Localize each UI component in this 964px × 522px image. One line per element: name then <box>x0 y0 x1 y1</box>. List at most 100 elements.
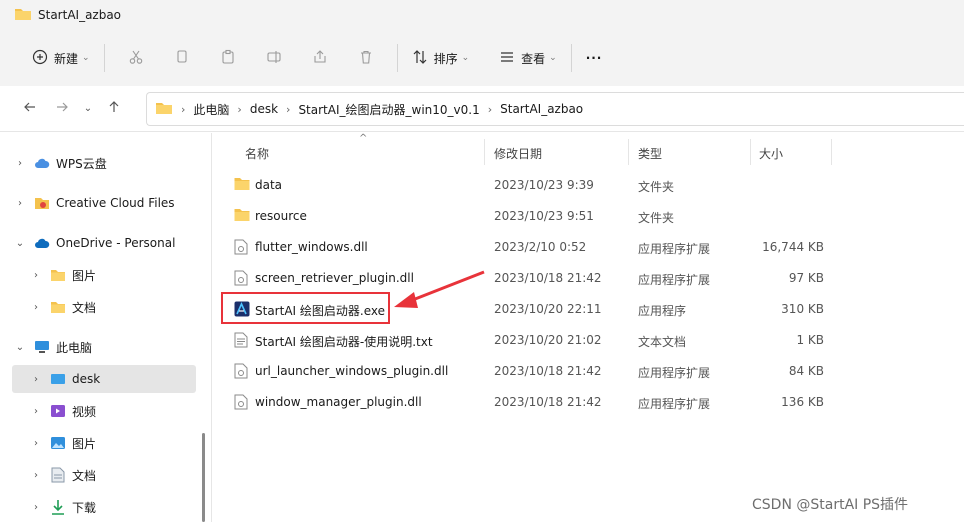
file-date: 2023/10/23 9:51 <box>494 209 594 223</box>
sort-label: 排序 <box>433 51 458 66</box>
file-type: 文件夹 <box>638 211 675 225</box>
share-button[interactable] <box>297 43 343 73</box>
chevron-down-icon[interactable]: ⌄ <box>12 342 28 353</box>
file-row-startai-readme[interactable]: StartAI 绘图启动器-使用说明.txt 2023/10/20 21:02 … <box>213 325 964 355</box>
scissors-icon <box>128 49 144 68</box>
delete-button[interactable] <box>343 43 389 73</box>
watermark: CSDN @StartAI PS插件 <box>752 497 909 513</box>
column-divider[interactable] <box>484 139 485 165</box>
column-divider[interactable] <box>750 139 751 165</box>
video-icon <box>50 403 66 419</box>
sort-ascending-icon: ^ <box>359 133 368 144</box>
chevron-right-icon[interactable]: › <box>28 374 44 385</box>
new-button[interactable]: 新建 ⌄ <box>26 43 96 73</box>
sidebar-item-label: 文档 <box>72 468 97 483</box>
sort-button[interactable]: 排序 ⌄ <box>406 43 476 73</box>
title-bar: StartAI_azbao <box>0 0 964 30</box>
chevron-right-icon[interactable]: › <box>28 302 44 313</box>
file-row-data[interactable]: data 2023/10/23 9:39 文件夹 <box>213 170 964 200</box>
more-options-button[interactable]: ··· <box>580 43 609 73</box>
column-header-type[interactable]: 类型 <box>638 145 662 162</box>
arrow-left-icon <box>23 100 37 117</box>
navigation-pane: › WPS云盘 › Creative Cloud Files ⌄ OneDriv… <box>0 133 212 522</box>
paste-button[interactable] <box>205 43 251 73</box>
file-row-screen-retriever[interactable]: screen_retriever_plugin.dll 2023/10/18 2… <box>213 263 964 293</box>
column-divider[interactable] <box>628 139 629 165</box>
breadcrumb-desk[interactable]: desk <box>250 102 278 116</box>
sidebar-item-onedrive-pictures[interactable]: › 图片 <box>28 261 196 289</box>
window-title: StartAI_azbao <box>38 8 122 22</box>
chevron-down-icon: ⌄ <box>83 103 93 114</box>
sidebar-item-label: 图片 <box>72 268 97 283</box>
folder-icon <box>14 7 32 24</box>
sidebar-item-onedrive[interactable]: ⌄ OneDrive - Personal <box>12 229 196 257</box>
sidebar-item-downloads[interactable]: › 下载 <box>28 493 196 521</box>
sidebar-item-label: Creative Cloud Files <box>56 196 175 210</box>
sidebar-item-videos[interactable]: › 视频 <box>28 397 196 425</box>
file-size: 310 KB <box>781 302 824 316</box>
arrow-right-icon <box>55 100 69 117</box>
sidebar-item-label: 下载 <box>72 500 97 515</box>
text-file-icon <box>234 332 250 348</box>
sidebar-item-wps-cloud[interactable]: › WPS云盘 <box>12 149 196 177</box>
chevron-right-icon[interactable]: › <box>28 470 44 481</box>
file-size: 84 KB <box>788 364 824 378</box>
command-bar: 新建 ⌄ 排序 ⌄ 查看 ⌄ ··· <box>0 30 964 86</box>
sidebar-scrollbar[interactable] <box>202 433 205 522</box>
file-row-flutter-windows[interactable]: flutter_windows.dll 2023/2/10 0:52 应用程序扩… <box>213 232 964 262</box>
cut-button[interactable] <box>113 43 159 73</box>
column-header-size[interactable]: 大小 <box>759 145 783 162</box>
chevron-right-icon[interactable]: › <box>12 158 28 169</box>
sidebar-item-pictures[interactable]: › 图片 <box>28 429 196 457</box>
file-row-resource[interactable]: resource 2023/10/23 9:51 文件夹 <box>213 201 964 231</box>
document-icon <box>50 467 66 483</box>
sidebar-item-label: 此电脑 <box>56 340 93 355</box>
file-type: 应用程序扩展 <box>638 397 711 411</box>
file-list: ^ 名称 修改日期 类型 大小 data 2023/10/23 9:39 文件夹… <box>213 133 964 522</box>
copy-button[interactable] <box>159 43 205 73</box>
plus-circle-icon <box>32 49 48 68</box>
view-button[interactable]: 查看 ⌄ <box>493 43 563 73</box>
file-date: 2023/10/20 21:02 <box>494 333 602 347</box>
breadcrumb-current-folder[interactable]: StartAI_azbao <box>500 102 583 116</box>
chevron-right-icon[interactable]: › <box>28 270 44 281</box>
breadcrumb-startai-folder[interactable]: StartAI_绘图启动器_win10_v0.1 <box>298 101 479 118</box>
column-header-name[interactable]: 名称 <box>245 145 269 162</box>
file-date: 2023/10/20 22:11 <box>494 302 602 316</box>
chevron-right-icon: › <box>181 102 186 116</box>
toolbar-divider <box>103 44 105 72</box>
breadcrumb-this-pc[interactable]: 此电脑 <box>193 101 229 118</box>
chevron-right-icon: › <box>487 102 493 116</box>
back-button[interactable] <box>14 93 46 125</box>
sidebar-item-onedrive-documents[interactable]: › 文档 <box>28 293 196 321</box>
chevron-right-icon[interactable]: › <box>28 406 44 417</box>
recent-locations-button[interactable]: ⌄ <box>78 93 98 125</box>
file-date: 2023/10/18 21:42 <box>494 364 602 378</box>
up-button[interactable] <box>98 93 130 125</box>
column-divider[interactable] <box>831 139 832 165</box>
sidebar-item-label: 视频 <box>72 404 97 419</box>
chevron-right-icon[interactable]: › <box>28 502 44 513</box>
annotation-arrow-icon <box>394 270 485 308</box>
sidebar-item-this-pc[interactable]: ⌄ 此电脑 <box>12 333 196 361</box>
file-date: 2023/10/18 21:42 <box>494 271 602 285</box>
creative-cloud-icon <box>34 195 50 211</box>
chevron-right-icon[interactable]: › <box>12 198 28 209</box>
sidebar-item-creative-cloud[interactable]: › Creative Cloud Files <box>12 189 196 217</box>
chevron-down-icon[interactable]: ⌄ <box>12 238 28 249</box>
rename-button[interactable] <box>251 43 297 73</box>
sidebar-item-desk[interactable]: › desk <box>12 365 196 393</box>
forward-button[interactable] <box>46 93 78 125</box>
desktop-icon <box>50 371 66 387</box>
sidebar-item-documents[interactable]: › 文档 <box>28 461 196 489</box>
file-row-url-launcher[interactable]: url_launcher_windows_plugin.dll 2023/10/… <box>213 356 964 386</box>
file-size: 1 KB <box>796 333 824 347</box>
chevron-down-icon: ⌄ <box>82 53 90 63</box>
file-type: 应用程序扩展 <box>638 273 711 287</box>
address-bar[interactable]: › 此电脑 › desk › StartAI_绘图启动器_win10_v0.1 … <box>146 92 964 126</box>
chevron-right-icon[interactable]: › <box>28 438 44 449</box>
rename-icon <box>266 49 282 68</box>
column-header-date[interactable]: 修改日期 <box>494 145 542 162</box>
more-icon: ··· <box>585 51 603 65</box>
file-row-window-manager[interactable]: window_manager_plugin.dll 2023/10/18 21:… <box>213 387 964 417</box>
